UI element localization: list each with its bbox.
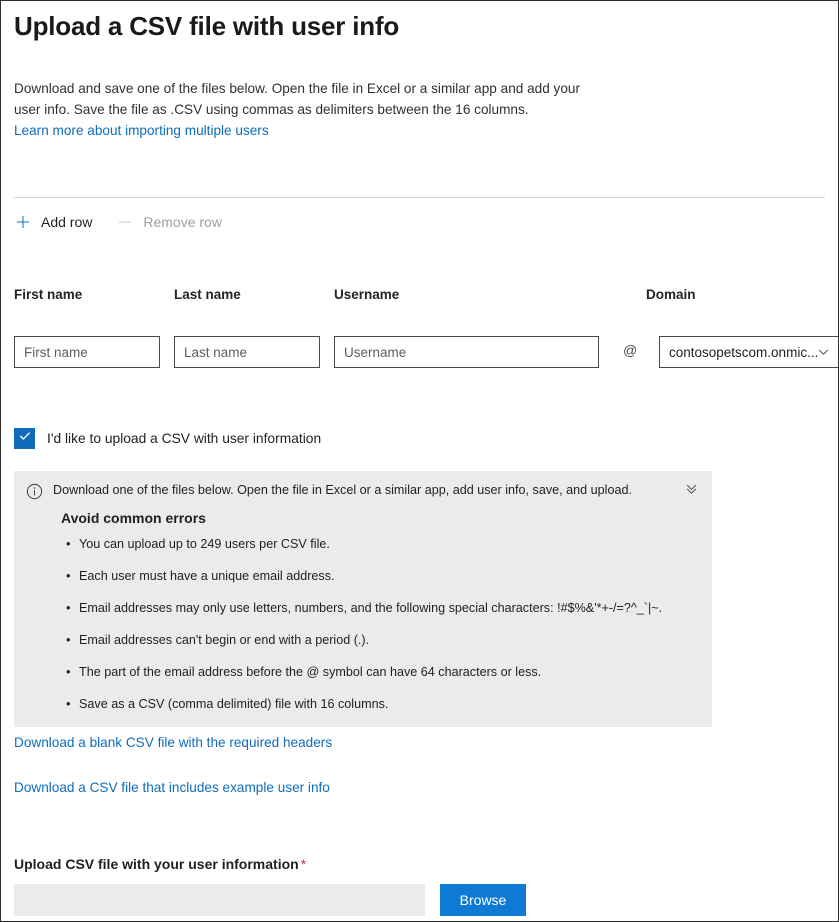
double-chevron-down-icon xyxy=(684,482,699,500)
plus-icon xyxy=(14,213,32,231)
command-bar: Add row Remove row xyxy=(14,209,222,235)
chevron-down-icon xyxy=(817,346,830,359)
upload-csv-page: Upload a CSV file with user info Downloa… xyxy=(0,0,839,922)
upload-field-label: Upload CSV file with your user informati… xyxy=(14,856,306,872)
upload-field-label-text: Upload CSV file with your user informati… xyxy=(14,856,299,872)
domain-selected-value: contosopetscom.onmic... xyxy=(669,344,817,360)
list-item: Email addresses may only use letters, nu… xyxy=(66,599,700,617)
label-last-name: Last name xyxy=(174,287,241,302)
info-panel-header-text: Download one of the files below. Open th… xyxy=(53,483,632,497)
last-name-input[interactable] xyxy=(174,336,320,368)
checkbox-box[interactable] xyxy=(14,428,35,449)
info-panel-collapse-button[interactable] xyxy=(682,482,700,500)
checkmark-icon xyxy=(18,429,32,448)
info-circle-icon xyxy=(26,483,43,500)
upload-control-row: Browse xyxy=(14,884,526,916)
list-item: Each user must have a unique email addre… xyxy=(66,567,700,585)
download-example-csv-link[interactable]: Download a CSV file that includes exampl… xyxy=(14,780,330,795)
info-panel-bullet-list: You can upload up to 249 users per CSV f… xyxy=(26,535,700,713)
list-item: The part of the email address before the… xyxy=(66,663,700,681)
page-title: Upload a CSV file with user info xyxy=(14,11,400,41)
checkbox-label: I'd like to upload a CSV with user infor… xyxy=(47,431,322,446)
list-item: Save as a CSV (comma delimited) file wit… xyxy=(66,695,700,713)
add-row-label: Add row xyxy=(41,214,93,230)
first-name-input[interactable] xyxy=(14,336,160,368)
intro-paragraph: Download and save one of the files below… xyxy=(14,44,604,141)
required-asterisk: * xyxy=(300,856,307,872)
minus-icon xyxy=(116,213,134,231)
field-labels-row: First name Last name Username Domain xyxy=(14,287,825,307)
label-username: Username xyxy=(334,287,400,302)
remove-row-button[interactable]: Remove row xyxy=(116,213,222,231)
add-row-button[interactable]: Add row xyxy=(14,213,92,231)
list-item: You can upload up to 249 users per CSV f… xyxy=(66,535,700,553)
remove-row-label: Remove row xyxy=(143,214,222,230)
upload-csv-checkbox[interactable]: I'd like to upload a CSV with user infor… xyxy=(14,428,321,449)
intro-text: Download and save one of the files below… xyxy=(14,81,580,117)
download-blank-csv-link[interactable]: Download a blank CSV file with the requi… xyxy=(14,735,332,750)
learn-more-link[interactable]: Learn more about importing multiple user… xyxy=(14,123,269,138)
info-panel: Download one of the files below. Open th… xyxy=(14,471,712,727)
info-panel-header: Download one of the files below. Open th… xyxy=(26,482,700,500)
info-panel-subtitle: Avoid common errors xyxy=(61,510,206,526)
label-domain: Domain xyxy=(646,287,696,302)
at-symbol: @ xyxy=(623,342,638,358)
user-row-inputs: @ contosopetscom.onmic... xyxy=(14,336,838,368)
domain-dropdown[interactable]: contosopetscom.onmic... xyxy=(659,336,838,368)
username-input[interactable] xyxy=(334,336,599,368)
list-item: Email addresses can't begin or end with … xyxy=(66,631,700,649)
section-divider xyxy=(14,197,825,198)
label-first-name: First name xyxy=(14,287,83,302)
browse-button[interactable]: Browse xyxy=(440,884,526,916)
selected-file-input[interactable] xyxy=(14,884,425,916)
